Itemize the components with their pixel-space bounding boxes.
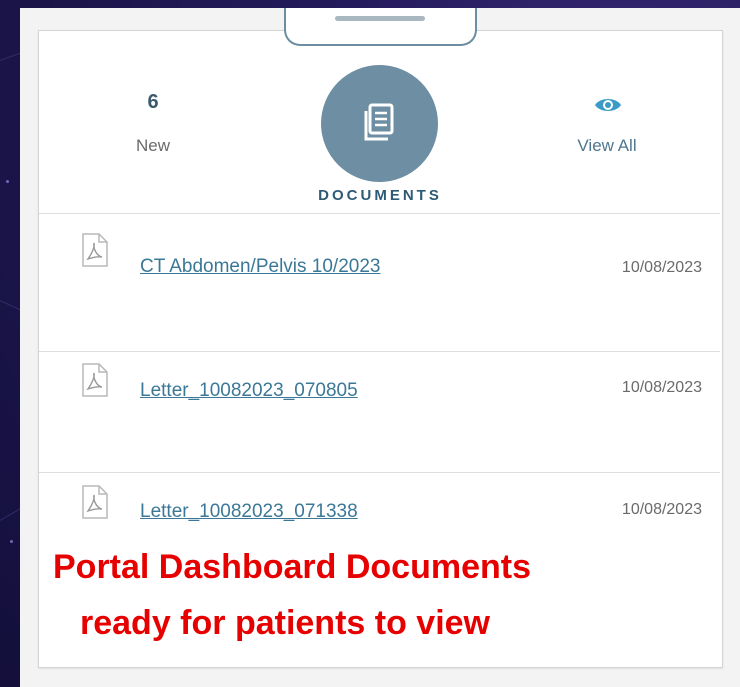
document-date: 10/08/2023 [621,501,702,518]
widget-title: DOCUMENTS [318,187,442,204]
document-link[interactable]: Letter_10082023_070805 [140,380,358,402]
pdf-file-icon [82,485,108,519]
annotation-line-1: Portal Dashboard Documents [53,548,531,586]
widget-tab [284,8,477,46]
annotation-line-2: ready for patients to view [80,604,490,642]
new-label[interactable]: New [113,136,193,156]
document-row: Letter_10082023_070805 10/08/2023 [39,362,720,482]
row-divider [39,351,720,352]
row-divider [39,472,720,473]
document-date: 10/08/2023 [621,259,702,276]
pdf-file-icon [82,233,108,267]
document-link[interactable]: CT Abdomen/Pelvis 10/2023 [140,256,380,278]
view-all-link[interactable]: View All [557,136,657,156]
background-dot [6,180,9,183]
document-date: 10/08/2023 [621,379,702,396]
new-count[interactable]: 6 [113,91,193,114]
documents-icon [364,103,394,141]
header-divider [39,213,720,214]
eye-icon[interactable] [593,95,623,115]
drag-handle[interactable] [335,16,425,21]
pdf-file-icon [82,363,108,397]
document-link[interactable]: Letter_10082023_071338 [140,501,358,523]
documents-icon-circle[interactable] [321,65,438,182]
document-row: CT Abdomen/Pelvis 10/2023 10/08/2023 [39,232,720,352]
background-dot [10,540,13,543]
